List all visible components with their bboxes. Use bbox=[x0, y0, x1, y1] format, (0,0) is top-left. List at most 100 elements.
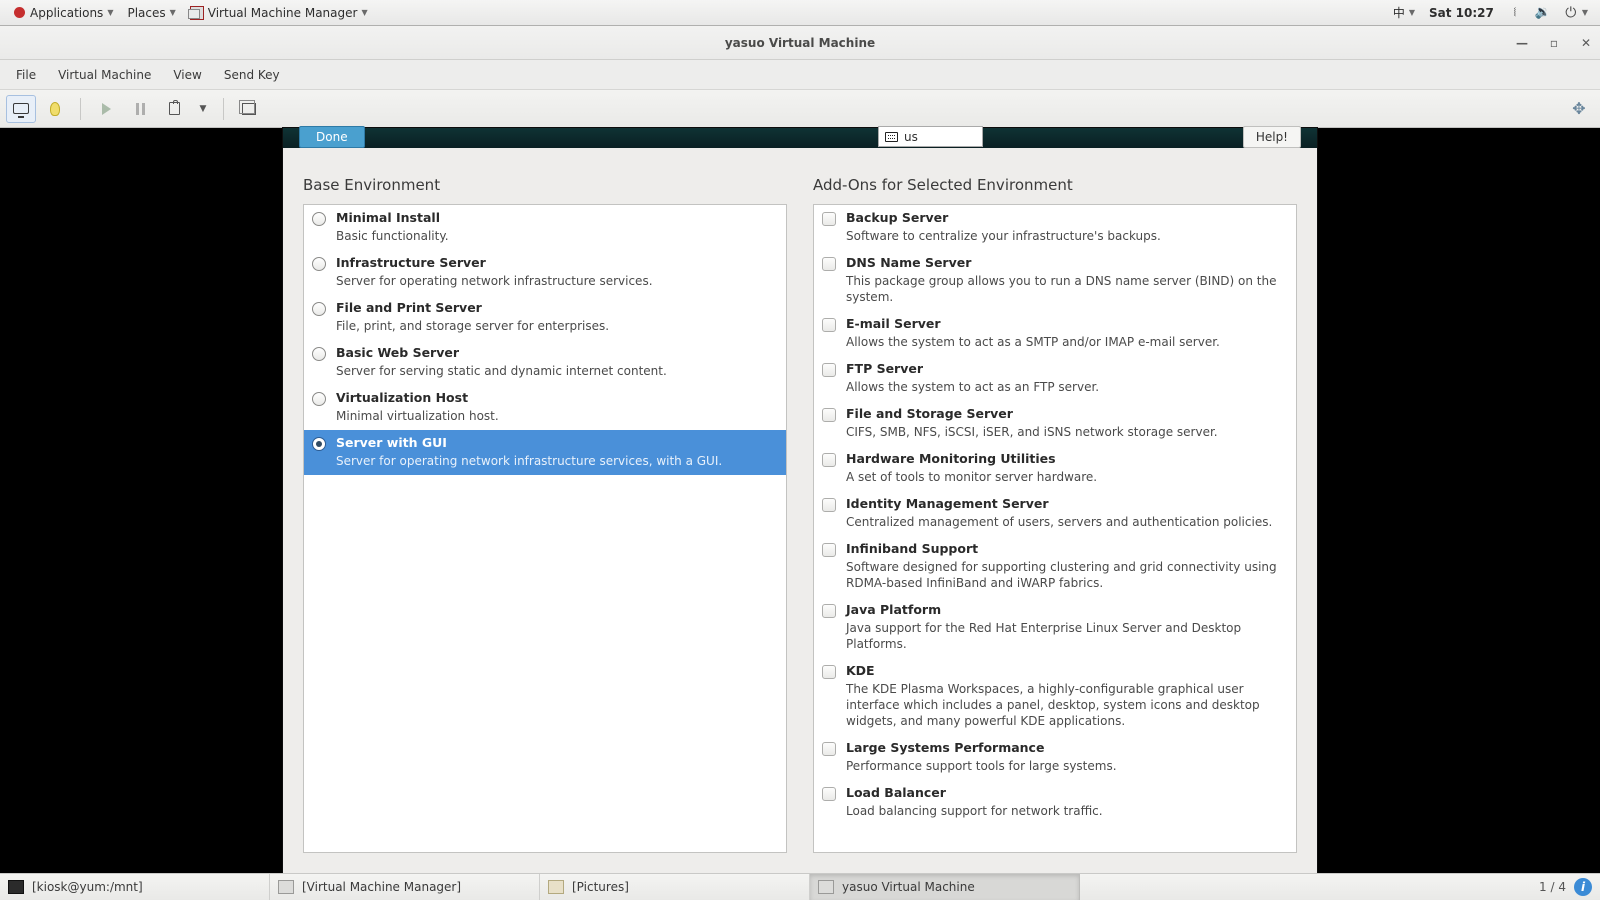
addon-option-desc: The KDE Plasma Workspaces, a highly-conf… bbox=[846, 681, 1288, 729]
places-menu[interactable]: Places ▼ bbox=[121, 6, 181, 20]
addon-option[interactable]: File and Storage Server CIFS, SMB, NFS, i… bbox=[814, 401, 1296, 446]
checkbox-icon bbox=[822, 665, 836, 679]
vm-shutdown-button[interactable] bbox=[159, 95, 189, 123]
addon-option-title: E-mail Server bbox=[846, 316, 1220, 332]
addon-option[interactable]: Hardware Monitoring UtilitiesA set of to… bbox=[814, 446, 1296, 491]
taskbar-task[interactable]: [Virtual Machine Manager] bbox=[270, 874, 540, 900]
menu-view[interactable]: View bbox=[163, 64, 211, 86]
appmenu-label: Virtual Machine Manager bbox=[208, 6, 358, 20]
addon-option-title: Backup Server bbox=[846, 210, 1161, 226]
menu-virtual-machine[interactable]: Virtual Machine bbox=[48, 64, 161, 86]
window-titlebar[interactable]: yasuo Virtual Machine — ▫ ✕ bbox=[0, 26, 1600, 60]
env-option[interactable]: Minimal InstallBasic functionality. bbox=[304, 205, 786, 250]
addons-list[interactable]: Backup ServerSoftware to centralize your… bbox=[813, 204, 1297, 853]
env-option[interactable]: Server with GUIServer for operating netw… bbox=[304, 430, 786, 475]
applications-label: Applications bbox=[30, 6, 103, 20]
addon-option[interactable]: Backup ServerSoftware to centralize your… bbox=[814, 205, 1296, 250]
env-option-desc: Minimal virtualization host. bbox=[336, 408, 499, 424]
places-label: Places bbox=[127, 6, 165, 20]
radio-icon bbox=[312, 392, 326, 406]
radio-icon bbox=[312, 212, 326, 226]
help-button[interactable]: Help! bbox=[1243, 126, 1301, 148]
menu-file[interactable]: File bbox=[6, 64, 46, 86]
addon-option-desc: Java support for the Red Hat Enterprise … bbox=[846, 620, 1288, 652]
details-view-button[interactable] bbox=[40, 95, 70, 123]
addon-option-desc: Software designed for supporting cluster… bbox=[846, 559, 1288, 591]
addon-option-title: Large Systems Performance bbox=[846, 740, 1117, 756]
checkbox-icon bbox=[822, 408, 836, 422]
toolbar-separator bbox=[223, 98, 224, 120]
addon-option-desc: This package group allows you to run a D… bbox=[846, 273, 1288, 305]
addon-option-desc: Performance support tools for large syst… bbox=[846, 758, 1117, 774]
addon-option-desc: Allows the system to act as an FTP serve… bbox=[846, 379, 1099, 395]
window-maximize-button[interactable]: ▫ bbox=[1546, 36, 1562, 50]
appmenu-vmm[interactable]: Virtual Machine Manager ▼ bbox=[184, 6, 374, 20]
volume-indicator[interactable]: 🔉 bbox=[1530, 6, 1556, 20]
power-indicator[interactable]: ⏻▼ bbox=[1558, 6, 1594, 20]
env-option[interactable]: Infrastructure ServerServer for operatin… bbox=[304, 250, 786, 295]
addon-option-title: Identity Management Server bbox=[846, 496, 1272, 512]
keyboard-layout-indicator[interactable]: us bbox=[878, 126, 983, 147]
keyboard-icon bbox=[885, 132, 898, 142]
checkbox-icon bbox=[822, 604, 836, 618]
vm-pause-button[interactable] bbox=[125, 95, 155, 123]
chevron-down-icon: ▼ bbox=[200, 104, 207, 114]
addon-option[interactable]: DNS Name ServerThis package group allows… bbox=[814, 250, 1296, 311]
base-environment-heading: Base Environment bbox=[303, 176, 787, 194]
network-indicator[interactable]: ⧙ bbox=[1502, 6, 1528, 20]
vmm-icon bbox=[818, 880, 834, 894]
menu-send-key[interactable]: Send Key bbox=[214, 64, 290, 86]
base-environment-list[interactable]: Minimal InstallBasic functionality.Infra… bbox=[303, 204, 787, 853]
taskbar-task[interactable]: [kiosk@yum:/mnt] bbox=[0, 874, 270, 900]
env-option[interactable]: Virtualization HostMinimal virtualizatio… bbox=[304, 385, 786, 430]
radio-icon bbox=[312, 347, 326, 361]
taskbar-task-label: [Virtual Machine Manager] bbox=[302, 880, 461, 894]
window-minimize-button[interactable]: — bbox=[1514, 36, 1530, 50]
vm-run-button[interactable] bbox=[91, 95, 121, 123]
addon-option[interactable]: Java PlatformJava support for the Red Ha… bbox=[814, 597, 1296, 658]
keyboard-layout-label: us bbox=[904, 130, 918, 144]
done-button[interactable]: Done bbox=[299, 126, 365, 148]
gnome-panel: [kiosk@yum:/mnt] [Virtual Machine Manager… bbox=[0, 873, 1600, 900]
ime-label: 中 bbox=[1393, 4, 1405, 21]
activities-redhat-menu[interactable]: Applications ▼ bbox=[6, 6, 119, 20]
env-option[interactable]: File and Print ServerFile, print, and st… bbox=[304, 295, 786, 340]
console-view-button[interactable] bbox=[6, 95, 36, 123]
addon-option[interactable]: E-mail ServerAllows the system to act as… bbox=[814, 311, 1296, 356]
env-option-title: Server with GUI bbox=[336, 435, 722, 451]
chevron-down-icon: ▼ bbox=[361, 8, 367, 17]
vm-fullscreen-button[interactable] bbox=[234, 95, 264, 123]
checkbox-icon bbox=[822, 363, 836, 377]
chevron-down-icon: ▼ bbox=[170, 8, 176, 17]
vm-shutdown-menu-button[interactable]: ▼ bbox=[193, 95, 213, 123]
vm-grab-hint-icon: ✥ bbox=[1564, 95, 1594, 123]
vm-guest-display[interactable]: Done us Help! Base Environment Minimal I… bbox=[0, 128, 1600, 873]
window-close-button[interactable]: ✕ bbox=[1578, 36, 1594, 50]
addon-option-desc: CIFS, SMB, NFS, iSCSI, iSER, and iSNS ne… bbox=[846, 424, 1218, 440]
workspace-indicator[interactable]: 1 / 4 bbox=[1539, 880, 1566, 894]
info-applet-icon[interactable]: i bbox=[1574, 878, 1592, 896]
addon-option[interactable]: Identity Management Server Centralized ma… bbox=[814, 491, 1296, 536]
play-icon bbox=[102, 103, 111, 115]
taskbar-task-label: [Pictures] bbox=[572, 880, 629, 894]
addon-option-desc: Load balancing support for network traff… bbox=[846, 803, 1103, 819]
window-title: yasuo Virtual Machine bbox=[725, 36, 875, 50]
radio-icon bbox=[312, 302, 326, 316]
taskbar-task-label: [kiosk@yum:/mnt] bbox=[32, 880, 143, 894]
addon-option[interactable]: FTP ServerAllows the system to act as an… bbox=[814, 356, 1296, 401]
chevron-down-icon: ▼ bbox=[1409, 8, 1415, 17]
addon-option[interactable]: Load BalancerLoad balancing support for … bbox=[814, 780, 1296, 825]
taskbar-task[interactable]: [Pictures] bbox=[540, 874, 810, 900]
addon-option[interactable]: Infiniband SupportSoftware designed for … bbox=[814, 536, 1296, 597]
clock[interactable]: Sat 10:27 bbox=[1423, 6, 1500, 20]
addon-option[interactable]: KDEThe KDE Plasma Workspaces, a highly-c… bbox=[814, 658, 1296, 735]
addon-option-title: File and Storage Server bbox=[846, 406, 1218, 422]
addon-option-desc: Centralized management of users, servers… bbox=[846, 514, 1272, 530]
ime-indicator[interactable]: 中 ▼ bbox=[1387, 4, 1421, 21]
term-icon bbox=[8, 880, 24, 894]
env-option[interactable]: Basic Web ServerServer for serving stati… bbox=[304, 340, 786, 385]
env-option-desc: Server for serving static and dynamic in… bbox=[336, 363, 667, 379]
addon-option[interactable]: Large Systems Performance Performance sup… bbox=[814, 735, 1296, 780]
env-option-desc: Server for operating network infrastruct… bbox=[336, 273, 653, 289]
taskbar-task[interactable]: yasuo Virtual Machine bbox=[810, 874, 1080, 900]
